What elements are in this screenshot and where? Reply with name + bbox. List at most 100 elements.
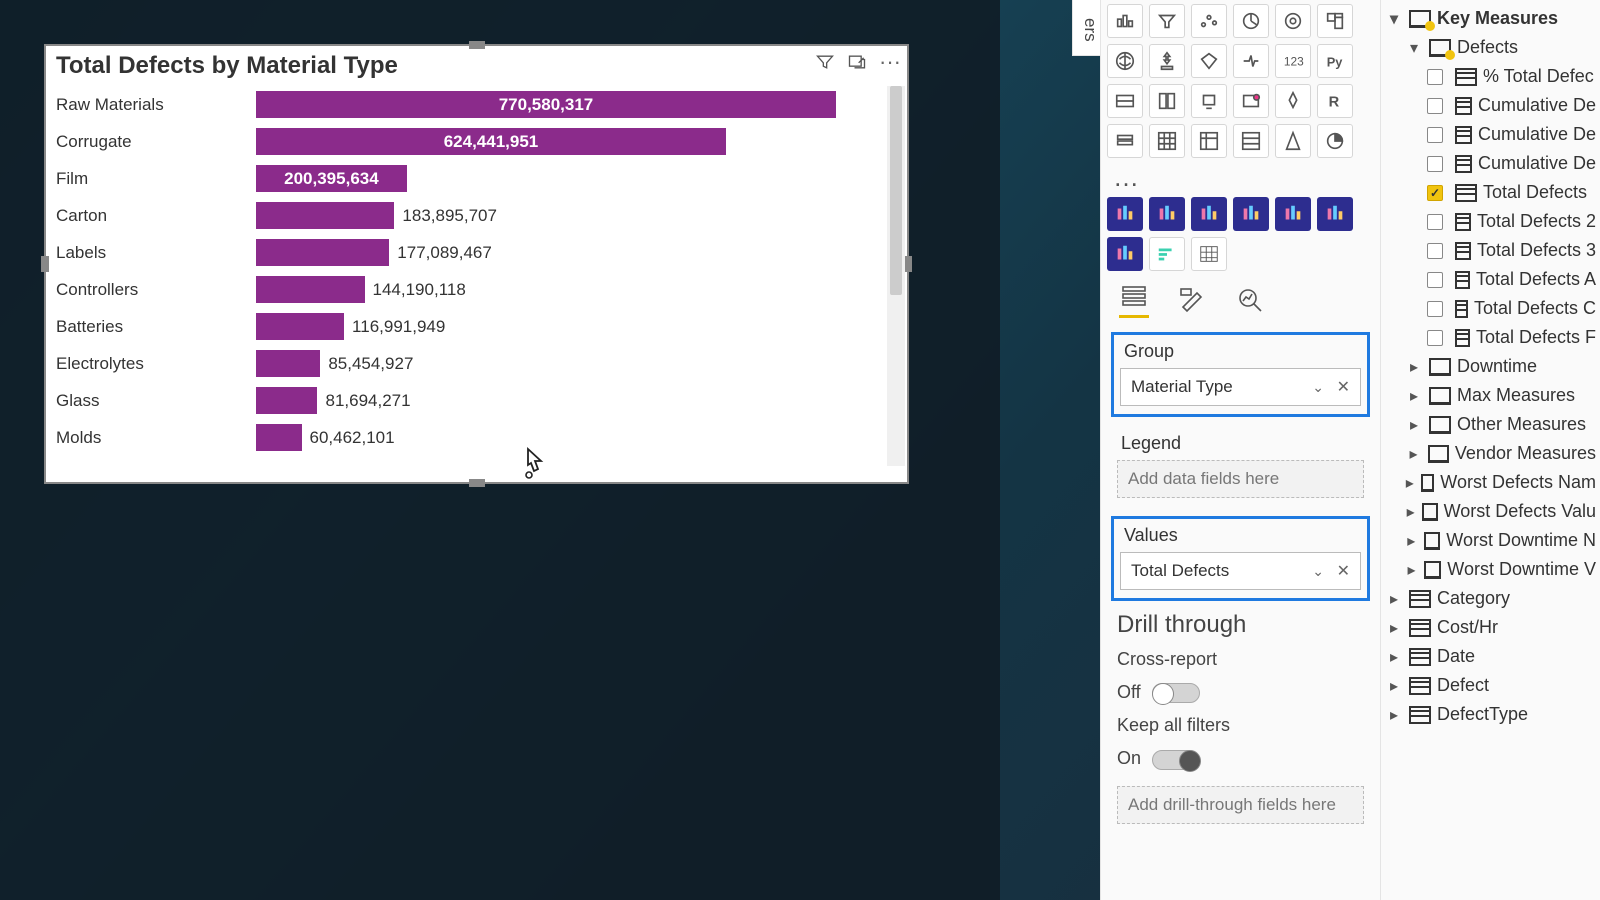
analytics-tab[interactable] <box>1235 285 1265 315</box>
custom-visual-icon[interactable] <box>1107 237 1143 271</box>
field-measure[interactable]: Total Defects 3 <box>1381 236 1600 265</box>
custom-visual-icon[interactable] <box>1275 197 1311 231</box>
field-folder[interactable]: Vendor Measures <box>1381 439 1600 468</box>
custom-visual-icon[interactable] <box>1149 237 1185 271</box>
viz-type-icon[interactable] <box>1317 124 1353 158</box>
field-checkbox[interactable] <box>1427 69 1443 85</box>
chart-scrollbar-thumb[interactable] <box>890 86 902 295</box>
fields-folder-defects[interactable]: Defects <box>1381 33 1600 62</box>
viz-type-icon[interactable]: R <box>1317 84 1353 118</box>
field-folder[interactable]: Worst Downtime N <box>1381 526 1600 555</box>
viz-type-icon[interactable] <box>1191 4 1227 38</box>
viz-type-icon[interactable] <box>1191 44 1227 78</box>
filter-icon[interactable] <box>815 52 835 72</box>
field-folder[interactable]: Worst Defects Valu <box>1381 497 1600 526</box>
field-checkbox[interactable] <box>1427 243 1443 259</box>
field-measure[interactable]: Total Defects 2 <box>1381 207 1600 236</box>
bar-row[interactable]: Molds60,462,101 <box>46 419 883 456</box>
field-checkbox[interactable] <box>1427 301 1443 317</box>
field-table[interactable]: Cost/Hr <box>1381 613 1600 642</box>
bar-row[interactable]: Electrolytes85,454,927 <box>46 345 883 382</box>
field-checkbox[interactable] <box>1427 330 1443 346</box>
field-measure[interactable]: Cumulative De <box>1381 91 1600 120</box>
fields-table-key-measures[interactable]: Key Measures <box>1381 4 1600 33</box>
viz-type-icon[interactable] <box>1233 84 1269 118</box>
viz-type-icon[interactable] <box>1149 124 1185 158</box>
values-pill-caret-icon[interactable]: ⌄ <box>1312 563 1324 580</box>
field-measure[interactable]: Total Defects F <box>1381 323 1600 352</box>
bar-row[interactable]: Controllers144,190,118 <box>46 271 883 308</box>
format-tab[interactable] <box>1177 285 1207 315</box>
field-checkbox[interactable] <box>1427 98 1443 114</box>
field-checkbox[interactable] <box>1427 214 1443 230</box>
custom-visual-icon[interactable] <box>1191 237 1227 271</box>
field-folder[interactable]: Other Measures <box>1381 410 1600 439</box>
viz-gallery-more[interactable]: … <box>1107 162 1374 197</box>
viz-type-icon[interactable] <box>1191 84 1227 118</box>
bar-fill[interactable]: 200,395,634 <box>256 165 407 192</box>
bar-fill[interactable] <box>256 276 365 303</box>
chart-scrollbar[interactable] <box>887 86 905 466</box>
viz-type-icon[interactable] <box>1107 44 1143 78</box>
bar-row[interactable]: Raw Materials770,580,317 <box>46 86 883 123</box>
viz-type-icon[interactable] <box>1317 4 1353 38</box>
bar-row[interactable]: Film200,395,634 <box>46 160 883 197</box>
bar-fill[interactable] <box>256 424 302 451</box>
bar-row[interactable]: Corrugate624,441,951 <box>46 123 883 160</box>
viz-type-icon[interactable] <box>1233 4 1269 38</box>
field-table[interactable]: DefectType <box>1381 700 1600 729</box>
viz-type-icon[interactable] <box>1107 124 1143 158</box>
viz-type-icon[interactable] <box>1233 44 1269 78</box>
field-table[interactable]: Defect <box>1381 671 1600 700</box>
legend-placeholder[interactable]: Add data fields here <box>1117 460 1364 498</box>
field-measure[interactable]: Total Defects C <box>1381 294 1600 323</box>
viz-type-icon[interactable] <box>1233 124 1269 158</box>
group-field-pill[interactable]: Material Type ⌄ ✕ <box>1120 368 1361 406</box>
fields-tab[interactable] <box>1119 281 1149 318</box>
field-measure[interactable]: Cumulative De <box>1381 120 1600 149</box>
bar-fill[interactable]: 770,580,317 <box>256 91 836 118</box>
custom-visual-icon[interactable] <box>1317 197 1353 231</box>
viz-type-icon[interactable] <box>1275 124 1311 158</box>
bar-fill[interactable] <box>256 202 394 229</box>
viz-type-icon[interactable] <box>1107 84 1143 118</box>
field-measure[interactable]: Total Defects <box>1381 178 1600 207</box>
bar-fill[interactable] <box>256 387 317 414</box>
field-measure[interactable]: Cumulative De <box>1381 149 1600 178</box>
viz-type-icon[interactable] <box>1191 124 1227 158</box>
viz-type-icon[interactable] <box>1149 44 1185 78</box>
bar-row[interactable]: Labels177,089,467 <box>46 234 883 271</box>
field-checkbox[interactable] <box>1427 272 1443 288</box>
bar-fill[interactable] <box>256 239 389 266</box>
values-pill-remove-icon[interactable]: ✕ <box>1337 561 1350 581</box>
field-folder[interactable]: Max Measures <box>1381 381 1600 410</box>
group-pill-caret-icon[interactable]: ⌄ <box>1312 379 1324 396</box>
cross-report-toggle[interactable] <box>1152 683 1200 703</box>
bar-fill[interactable]: 624,441,951 <box>256 128 726 155</box>
viz-type-icon[interactable] <box>1107 4 1143 38</box>
viz-type-icon[interactable] <box>1149 4 1185 38</box>
keep-filters-toggle[interactable] <box>1152 750 1200 770</box>
filters-pane-collapsed[interactable]: ers <box>1072 0 1100 56</box>
more-options-icon[interactable]: ··· <box>879 56 901 68</box>
viz-type-icon[interactable] <box>1275 84 1311 118</box>
field-folder[interactable]: Worst Defects Nam <box>1381 468 1600 497</box>
chart-visual[interactable]: Total Defects by Material Type ··· Raw M… <box>44 44 909 484</box>
bar-row[interactable]: Carton183,895,707 <box>46 197 883 234</box>
viz-type-icon[interactable]: Py <box>1317 44 1353 78</box>
field-measure[interactable]: Total Defects A <box>1381 265 1600 294</box>
field-folder[interactable]: Worst Downtime V <box>1381 555 1600 584</box>
bar-fill[interactable] <box>256 350 320 377</box>
drill-through-placeholder[interactable]: Add drill-through fields here <box>1117 786 1364 824</box>
focus-mode-icon[interactable] <box>847 52 867 72</box>
field-folder[interactable]: Downtime <box>1381 352 1600 381</box>
field-checkbox[interactable] <box>1427 185 1443 201</box>
field-measure[interactable]: % Total Defec <box>1381 62 1600 91</box>
field-table[interactable]: Date <box>1381 642 1600 671</box>
viz-type-icon[interactable]: 123 <box>1275 44 1311 78</box>
field-checkbox[interactable] <box>1427 156 1443 172</box>
viz-type-icon[interactable] <box>1275 4 1311 38</box>
values-field-pill[interactable]: Total Defects ⌄ ✕ <box>1120 552 1361 590</box>
bar-fill[interactable] <box>256 313 344 340</box>
custom-visual-icon[interactable] <box>1149 197 1185 231</box>
